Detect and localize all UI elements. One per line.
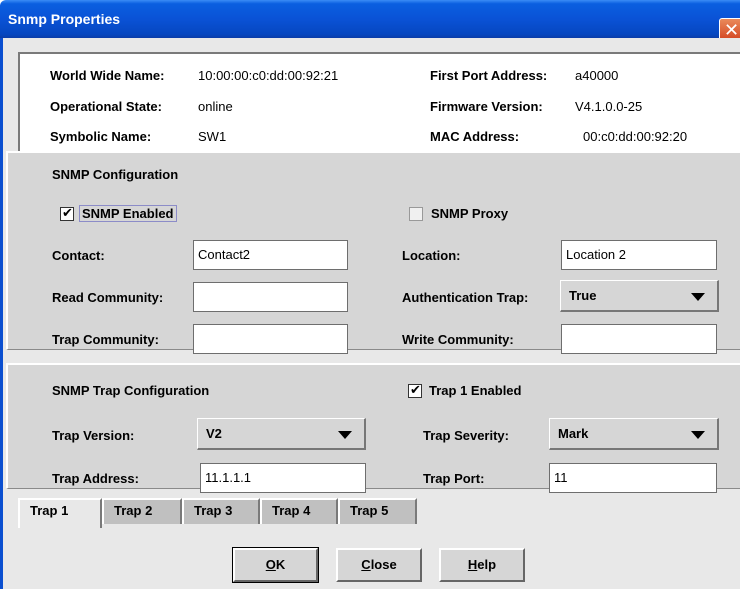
contact-label: Contact:: [52, 248, 105, 263]
mac-label: MAC Address:: [430, 129, 520, 144]
state-label: Operational State:: [50, 99, 162, 114]
snmp-proxy-label[interactable]: SNMP Proxy: [431, 206, 508, 221]
trap-address-label: Trap Address:: [52, 471, 139, 486]
read-community-input[interactable]: [193, 282, 348, 312]
symbolic-name-value: SW1: [198, 129, 227, 144]
help-label: elp: [477, 557, 497, 572]
trap-community-input[interactable]: [193, 324, 348, 354]
help-button[interactable]: Help: [439, 548, 525, 582]
trap-config-title: SNMP Trap Configuration: [52, 383, 210, 398]
tab-trap-2[interactable]: Trap 2: [102, 498, 182, 524]
close-mnemonic: C: [361, 557, 371, 572]
read-community-label: Read Community:: [52, 290, 164, 305]
trap-version-dropdown[interactable]: V2: [197, 418, 366, 450]
first-port-label: First Port Address:: [430, 68, 548, 83]
chevron-down-icon: [338, 431, 352, 439]
trap-severity-dropdown[interactable]: Mark: [549, 418, 719, 450]
wwn-value: 10:00:00:c0:dd:00:92:21: [198, 68, 339, 83]
write-community-label: Write Community:: [402, 332, 514, 347]
trap-config-panel: SNMP Trap Configuration ✔ Trap 1 Enabled…: [6, 363, 740, 493]
first-port-value: a40000: [575, 68, 619, 83]
trap-port-label: Trap Port:: [423, 471, 485, 486]
check-icon: ✔: [62, 205, 73, 220]
tab-trap-4[interactable]: Trap 4: [260, 498, 338, 524]
trap-version-label: Trap Version:: [52, 428, 135, 443]
trap-enabled-checkbox[interactable]: ✔: [408, 382, 422, 398]
close-label: lose: [370, 557, 397, 572]
trap-community-label: Trap Community:: [52, 332, 159, 347]
snmp-config-panel: SNMP Configuration ✔ SNMP Enabled SNMP P…: [6, 151, 740, 354]
symbolic-name-label: Symbolic Name:: [50, 129, 152, 144]
auth-trap-label: Authentication Trap:: [402, 290, 529, 305]
firmware-value: V4.1.0.0-25: [575, 99, 643, 114]
ok-label: K: [275, 557, 286, 572]
write-community-input[interactable]: [561, 324, 717, 354]
snmp-enabled-checkbox[interactable]: ✔: [60, 205, 74, 221]
trap-version-value: V2: [206, 426, 222, 441]
snmp-config-title: SNMP Configuration: [52, 167, 179, 182]
trap-port-input[interactable]: 11: [549, 463, 717, 493]
location-label: Location:: [402, 248, 461, 263]
firmware-label: Firmware Version:: [430, 99, 543, 114]
window-title: Snmp Properties: [8, 11, 121, 27]
trap-enabled-label[interactable]: Trap 1 Enabled: [429, 383, 521, 398]
tab-trap-1[interactable]: Trap 1: [18, 498, 102, 528]
auth-trap-dropdown[interactable]: True: [560, 280, 719, 312]
ok-mnemonic: O: [265, 557, 276, 572]
help-mnemonic: H: [467, 557, 478, 572]
window-frame: World Wide Name: 10:00:00:c0:dd:00:92:21…: [0, 38, 740, 589]
title-bar[interactable]: Snmp Properties ✕: [0, 0, 740, 42]
auth-trap-value: True: [569, 288, 597, 303]
chevron-down-icon: [691, 431, 705, 439]
mac-value: 00:c0:dd:00:92:20: [583, 129, 688, 144]
snmp-properties-window: Snmp Properties ✕ World Wide Name: 10:00…: [0, 0, 740, 589]
snmp-proxy-checkbox[interactable]: [409, 207, 423, 221]
trap-severity-value: Mark: [558, 426, 589, 441]
chevron-down-icon: [691, 293, 705, 301]
dialog-content: World Wide Name: 10:00:00:c0:dd:00:92:21…: [3, 38, 740, 589]
trap-address-input[interactable]: 11.1.1.1: [200, 463, 366, 493]
trap-severity-label: Trap Severity:: [423, 428, 509, 443]
snmp-enabled-label[interactable]: SNMP Enabled: [79, 205, 177, 222]
wwn-label: World Wide Name:: [50, 68, 165, 83]
tab-trap-3[interactable]: Trap 3: [182, 498, 260, 524]
location-input[interactable]: Location 2: [561, 240, 717, 270]
check-icon: ✔: [410, 382, 421, 397]
tab-trap-5[interactable]: Trap 5: [338, 498, 417, 524]
contact-input[interactable]: Contact2: [193, 240, 348, 270]
ok-button[interactable]: OK: [232, 547, 319, 583]
state-value: online: [198, 99, 233, 114]
close-button[interactable]: Close: [336, 548, 422, 582]
